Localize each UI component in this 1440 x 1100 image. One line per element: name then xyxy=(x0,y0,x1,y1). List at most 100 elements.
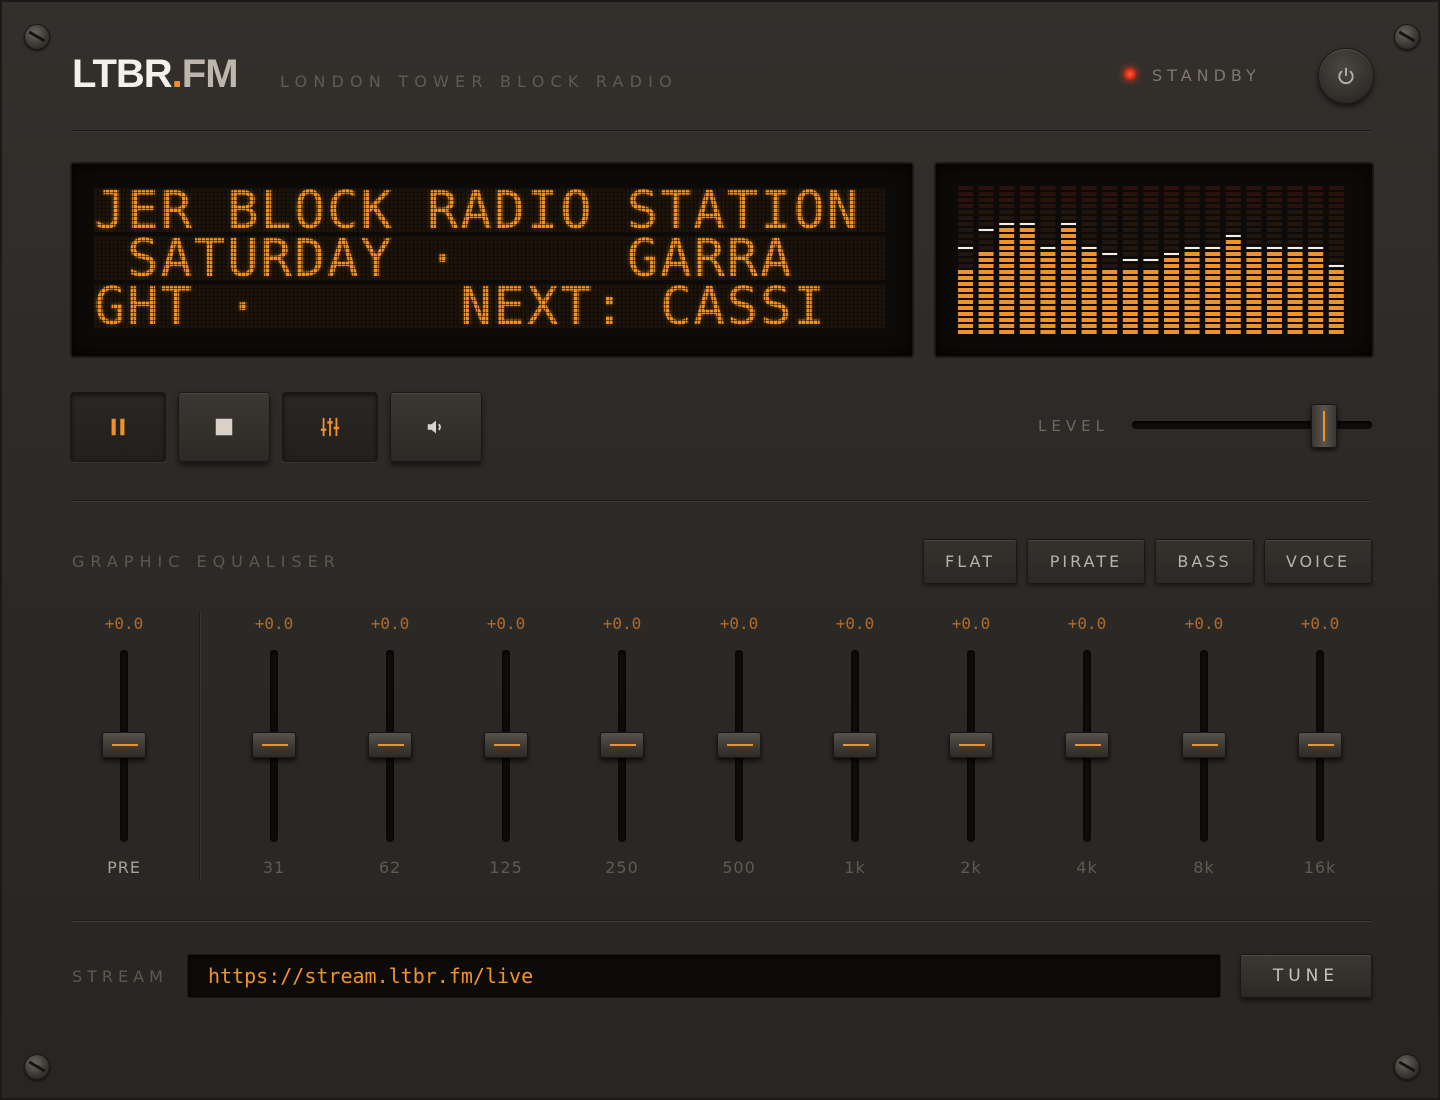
eq-slider-knob[interactable] xyxy=(1065,732,1109,758)
power-button[interactable] xyxy=(1318,48,1374,104)
equalizer-button[interactable] xyxy=(282,392,378,462)
spectrum-peak xyxy=(1205,247,1221,249)
spectrum-peak xyxy=(1143,259,1159,261)
level-label: LEVEL xyxy=(1038,417,1109,435)
logo-dot: . xyxy=(171,52,183,96)
screw-icon xyxy=(1394,1054,1420,1080)
spectrum-bars xyxy=(958,186,1344,334)
eq-band-label: 31 xyxy=(262,858,286,877)
spectrum-bar xyxy=(1040,186,1056,334)
preset-voice-button[interactable]: VOICE xyxy=(1264,539,1372,584)
spectrum-bar xyxy=(958,186,973,334)
lcd-line-1: JER BLOCK RADIO STATION xyxy=(94,188,886,232)
screw-icon xyxy=(1394,24,1420,50)
eq-slider-knob[interactable] xyxy=(252,732,296,758)
spectrum-bar xyxy=(1164,186,1179,334)
eq-title: GRAPHIC EQUALISER xyxy=(72,552,341,571)
spectrum-bar xyxy=(1019,186,1035,334)
stream-url-input[interactable] xyxy=(187,954,1221,998)
eq-band-125: +0.0 125 xyxy=(466,612,546,882)
eq-band-8k: +0.0 8k xyxy=(1164,612,1244,882)
tune-button[interactable]: TUNE xyxy=(1240,954,1372,998)
eq-band-value: +0.0 xyxy=(602,614,642,633)
eq-band-value: +0.0 xyxy=(835,614,875,633)
spectrum-peak xyxy=(958,247,973,249)
stream-label: STREAM xyxy=(72,967,168,986)
power-icon xyxy=(1338,67,1354,85)
preset-bass-button[interactable]: BASS xyxy=(1155,539,1254,584)
screw-icon xyxy=(24,24,50,50)
eq-slider-knob[interactable] xyxy=(1182,732,1226,758)
spectrum-peak xyxy=(1019,223,1035,225)
station-tagline: LONDON TOWER BLOCK RADIO xyxy=(280,72,678,91)
spectrum-bar xyxy=(1287,186,1303,334)
eq-band-value: +0.0 xyxy=(1184,614,1224,633)
eq-band-label: 4k xyxy=(1076,858,1098,877)
spectrum-bar xyxy=(1205,186,1221,334)
eq-band-label: 2k xyxy=(960,858,982,877)
eq-band-label: 250 xyxy=(605,858,639,877)
lcd-display: JER BLOCK RADIO STATION SATURDAY · GARRA… xyxy=(70,162,914,358)
eq-band-250: +0.0 250 xyxy=(582,612,662,882)
eq-slider-knob[interactable] xyxy=(1298,732,1342,758)
spectrum-bar xyxy=(1184,186,1200,334)
pause-icon xyxy=(111,418,125,436)
volume-button[interactable] xyxy=(390,392,482,462)
divider xyxy=(72,500,1372,502)
spectrum-peak xyxy=(1267,247,1282,249)
spectrum-peak xyxy=(1040,247,1056,249)
status-text: STANDBY xyxy=(1152,66,1261,85)
level-slider-knob[interactable] xyxy=(1311,404,1337,448)
eq-band-62: +0.0 62 xyxy=(350,612,430,882)
eq-slider-knob[interactable] xyxy=(102,732,146,758)
spectrum-bar xyxy=(999,186,1015,334)
spectrum-bar xyxy=(1081,186,1097,334)
spectrum-bar xyxy=(1267,186,1282,334)
spectrum-peak xyxy=(1061,223,1076,225)
spectrum-peak xyxy=(1184,247,1200,249)
spectrum-peak xyxy=(1164,253,1179,255)
brand-logo: LTBR.FM xyxy=(72,52,239,96)
stop-button[interactable] xyxy=(178,392,270,462)
spectrum-bar xyxy=(1061,186,1076,334)
eq-slider-knob[interactable] xyxy=(484,732,528,758)
eq-band-value: +0.0 xyxy=(951,614,991,633)
divider xyxy=(72,130,1372,132)
speaker-icon xyxy=(427,420,441,434)
logo-main: LTBR xyxy=(72,52,173,96)
logo-suffix: FM xyxy=(181,52,239,96)
spectrum-peak xyxy=(1225,235,1241,237)
eq-band-label: 125 xyxy=(489,858,523,877)
eq-band-label: 500 xyxy=(722,858,756,877)
preset-pirate-button[interactable]: PIRATE xyxy=(1027,539,1145,584)
spectrum-peak xyxy=(999,223,1015,225)
preset-flat-button[interactable]: FLAT xyxy=(923,539,1017,584)
spectrum-peak xyxy=(1328,265,1344,267)
eq-band-value: +0.0 xyxy=(719,614,759,633)
eq-band-2k: +0.0 2k xyxy=(931,612,1011,882)
eq-band-pre: +0.0 PRE xyxy=(84,612,164,882)
eq-slider-knob[interactable] xyxy=(368,732,412,758)
eq-band-label: 62 xyxy=(378,858,402,877)
pause-button[interactable] xyxy=(70,392,166,462)
spectrum-bar xyxy=(1328,186,1344,334)
eq-band-value: +0.0 xyxy=(1300,614,1340,633)
lcd-line-2: SATURDAY · GARRA xyxy=(94,236,886,280)
eq-slider-knob[interactable] xyxy=(833,732,877,758)
eq-band-label: 16k xyxy=(1303,858,1337,877)
eq-slider-knob[interactable] xyxy=(949,732,993,758)
eq-band-31: +0.0 31 xyxy=(234,612,314,882)
spectrum-peak xyxy=(1102,253,1118,255)
spectrum-analyser xyxy=(934,162,1374,358)
spectrum-peak xyxy=(1246,247,1262,249)
eq-band-label: 8k xyxy=(1193,858,1215,877)
eq-band-4k: +0.0 4k xyxy=(1047,612,1127,882)
eq-slider-knob[interactable] xyxy=(717,732,761,758)
eq-band-500: +0.0 500 xyxy=(699,612,779,882)
screw-icon xyxy=(24,1054,50,1080)
spectrum-peak xyxy=(1287,247,1303,249)
eq-band-value: +0.0 xyxy=(1067,614,1107,633)
eq-band-value: +0.0 xyxy=(486,614,526,633)
spectrum-peak xyxy=(1081,247,1097,249)
eq-slider-knob[interactable] xyxy=(600,732,644,758)
